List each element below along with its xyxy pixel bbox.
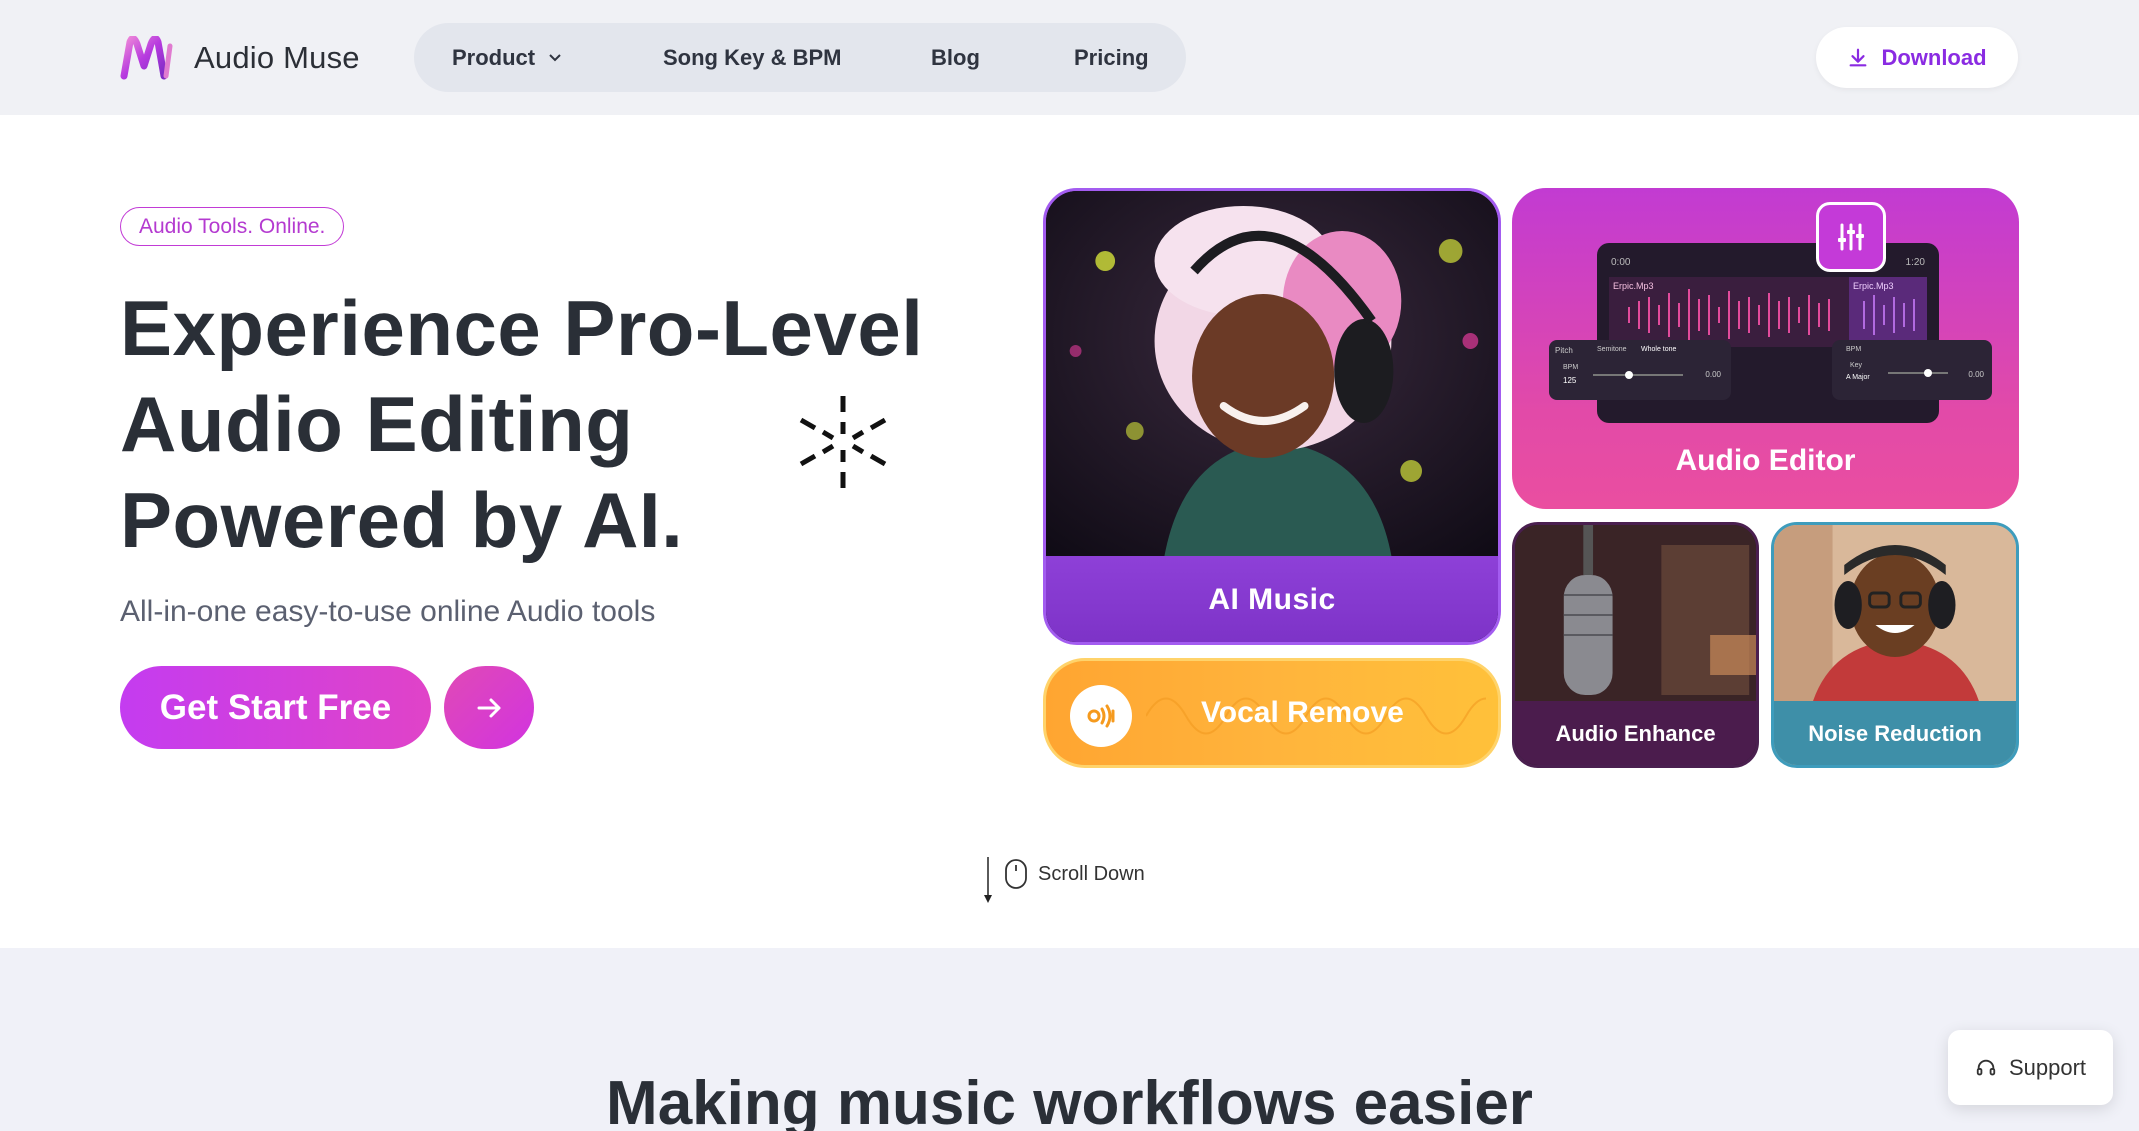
hero-subtitle: All-in-one easy-to-use online Audio tool… bbox=[120, 595, 656, 628]
download-button[interactable]: Download bbox=[1816, 27, 2018, 88]
support-label: Support bbox=[2008, 1054, 2087, 1080]
pitch-label: Pitch bbox=[1555, 346, 1573, 355]
card-vocal-remove[interactable]: Vocal Remove bbox=[1043, 658, 1501, 768]
nav-label: Pricing bbox=[1074, 45, 1149, 70]
hero-title-line: Experience Pro-Level bbox=[120, 284, 924, 372]
audio-enhance-label: Audio Enhance bbox=[1555, 721, 1716, 746]
arrow-right-icon bbox=[477, 698, 501, 717]
noise-reduction-illustration bbox=[1774, 525, 2016, 701]
vocal-remove-label: Vocal Remove bbox=[1201, 696, 1404, 729]
track-name: Erpic.Mp3 bbox=[1853, 281, 1894, 291]
ai-music-illustration bbox=[1046, 191, 1498, 556]
headset-icon bbox=[1976, 1059, 1996, 1075]
nav-item-pricing[interactable]: Pricing bbox=[1074, 45, 1149, 71]
track-name: Erpic.Mp3 bbox=[1613, 281, 1654, 291]
sparkle-icon bbox=[799, 396, 887, 488]
slider-thumb bbox=[1625, 371, 1633, 379]
audio-editor-label: Audio Editor bbox=[1675, 444, 1856, 477]
logo[interactable]: Audio Muse bbox=[120, 36, 360, 80]
bpm-value: 125 bbox=[1563, 376, 1577, 385]
support-button[interactable]: Support bbox=[1948, 1030, 2113, 1105]
arrow-down-icon bbox=[984, 857, 992, 903]
key-value: A Major bbox=[1846, 374, 1870, 381]
vocal-wave-icon bbox=[1070, 685, 1132, 747]
slider-thumb bbox=[1924, 369, 1932, 377]
scroll-down-indicator[interactable]: Scroll Down bbox=[982, 843, 1145, 905]
value-readout: 0.00 bbox=[1968, 370, 1984, 379]
nav-item-product[interactable]: Product bbox=[452, 45, 565, 71]
nav-label: Product bbox=[452, 45, 536, 70]
slider-track bbox=[1593, 374, 1683, 376]
hero-tagline-pill: Audio Tools. Online. bbox=[120, 207, 345, 246]
whole-tone-label: Whole tone bbox=[1641, 346, 1677, 353]
brand-name: Audio Muse bbox=[194, 40, 360, 75]
editor-time-end: 1:20 bbox=[1905, 257, 1925, 268]
equalizer-icon bbox=[1816, 202, 1886, 272]
logo-icon bbox=[120, 36, 173, 80]
main-nav: Product Song Key & BPM Blog Pricing bbox=[414, 23, 1186, 92]
section-title: Making music workflows easier bbox=[606, 1069, 1533, 1131]
nav-label: Song Key & BPM bbox=[663, 45, 842, 70]
nav-item-blog[interactable]: Blog bbox=[931, 45, 980, 71]
nav-label: Blog bbox=[931, 45, 980, 70]
mouse-icon bbox=[1005, 859, 1027, 889]
download-icon bbox=[1850, 48, 1867, 66]
key-label: Key bbox=[1850, 362, 1863, 369]
pitch-control-panel: Pitch Semitone Whole tone BPM 125 0.00 bbox=[1549, 340, 1731, 400]
semitone-label: Semitone bbox=[1597, 346, 1627, 353]
get-start-free-button[interactable]: Get Start Free bbox=[120, 666, 431, 749]
download-label: Download bbox=[1881, 44, 1987, 70]
card-noise-reduction[interactable]: Noise Reduction bbox=[1771, 522, 2019, 768]
card-ai-music[interactable]: AI Music bbox=[1043, 188, 1501, 645]
slider-track bbox=[1888, 372, 1948, 374]
ai-music-label: AI Music bbox=[1208, 583, 1336, 616]
audio-enhance-illustration bbox=[1515, 525, 1756, 701]
site-header: Audio Muse Product Song Key & BPM Blog P… bbox=[0, 0, 2139, 115]
scroll-down-label: Scroll Down bbox=[1038, 862, 1145, 885]
editor-time-start: 0:00 bbox=[1611, 257, 1631, 268]
key-control-panel: BPM Key A Major 0.00 bbox=[1832, 340, 1992, 400]
nav-item-song-key-bpm[interactable]: Song Key & BPM bbox=[663, 45, 841, 71]
card-audio-enhance[interactable]: Audio Enhance bbox=[1512, 522, 1759, 768]
bpm-label: BPM bbox=[1563, 364, 1579, 371]
arrow-button[interactable] bbox=[444, 666, 534, 749]
chevron-down-icon bbox=[549, 54, 561, 62]
bpm-label: BPM bbox=[1846, 346, 1862, 353]
card-audio-editor[interactable]: 0:00 1:20 Erpic.Mp3 Erpic.Mp3 Pitch Semi… bbox=[1512, 188, 2019, 509]
noise-reduction-label: Noise Reduction bbox=[1808, 721, 1982, 746]
value-readout: 0.00 bbox=[1705, 370, 1721, 379]
